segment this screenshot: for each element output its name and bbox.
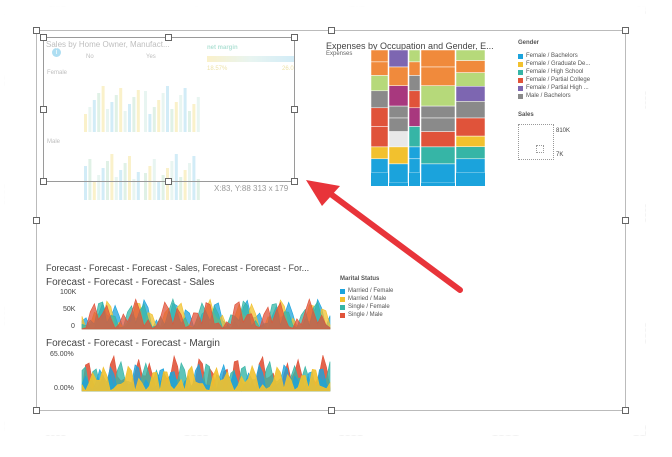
- sales-min-label: 7K: [556, 152, 564, 158]
- forecast-sales-title: Forecast - Forecast - Forecast - Sales: [46, 277, 215, 288]
- legend-swatch: [518, 85, 523, 91]
- page-handle[interactable]: [622, 407, 629, 414]
- legend-swatch: [340, 312, 345, 318]
- legend-item[interactable]: Female / Graduate De...: [518, 60, 590, 68]
- legend-swatch: [518, 69, 523, 75]
- marital-legend-title: Marital Status: [340, 276, 380, 282]
- legend-label: Married / Male: [348, 296, 387, 302]
- sales-tick-100k: 100K: [60, 289, 77, 296]
- page-handle[interactable]: [622, 27, 629, 34]
- legend-label: Female / High School: [526, 69, 584, 75]
- margin-tick-low: 0.00%: [54, 385, 74, 392]
- legend-item[interactable]: Female / Bachelors: [518, 52, 590, 60]
- legend-swatch: [340, 288, 345, 294]
- sales-legend-title: Sales: [518, 112, 534, 118]
- legend-label: Female / Bachelors: [526, 53, 578, 59]
- legend-swatch: [340, 296, 345, 302]
- gender-legend-title: Gender: [518, 40, 540, 46]
- sales-tick-50k: 50K: [63, 306, 76, 313]
- legend-item[interactable]: Married / Female: [340, 287, 393, 295]
- forecast-header: Forecast - Forecast - Forecast - Sales, …: [46, 263, 310, 273]
- page-handle[interactable]: [328, 407, 335, 414]
- legend-item[interactable]: Female / High School: [518, 68, 590, 76]
- legend-item[interactable]: Single / Female: [340, 303, 393, 311]
- legend-label: Female / Partial College: [526, 77, 591, 83]
- page-handle[interactable]: [33, 27, 40, 34]
- gender-legend: Female / Bachelors Female / Graduate De..…: [518, 52, 590, 100]
- legend-item[interactable]: Male / Bachelors: [518, 92, 590, 100]
- legend-swatch: [518, 53, 523, 59]
- page-handle[interactable]: [33, 407, 40, 414]
- legend-label: Female / Partial High ...: [526, 85, 589, 91]
- legend-swatch: [518, 93, 523, 99]
- legend-swatch: [340, 304, 345, 310]
- sales-tick-0: 0: [71, 323, 75, 330]
- sales-max-label: 810K: [556, 128, 571, 134]
- margin-tick-high: 65.00%: [50, 351, 74, 358]
- legend-swatch: [518, 77, 523, 83]
- legend-label: Single / Male: [348, 312, 383, 318]
- legend-label: Male / Bachelors: [526, 93, 571, 99]
- marital-legend: Married / Female Married / Male Single / F…: [340, 287, 393, 319]
- screenshot-stage: { "faded_visual": { "title": "Sales by H…: [0, 0, 672, 457]
- page-handle[interactable]: [328, 27, 335, 34]
- legend-label: Single / Female: [348, 304, 390, 310]
- forecast-margin-title: Forecast - Forecast - Forecast - Margin: [46, 338, 220, 349]
- legend-label: Married / Female: [348, 288, 394, 294]
- legend-swatch: [518, 61, 523, 67]
- legend-item[interactable]: Married / Male: [340, 295, 393, 303]
- legend-label: Female / Graduate De...: [526, 61, 591, 67]
- page-handle[interactable]: [33, 217, 40, 224]
- sales-size-legend-inner: [536, 145, 544, 153]
- mosaic-subtitle: Expenses: [326, 51, 353, 57]
- sales-size-legend-outer: [518, 124, 554, 160]
- legend-item[interactable]: Female / Partial College: [518, 76, 590, 84]
- mosaic-title: Expenses by Occupation and Gender, E...: [326, 41, 494, 51]
- page-handle[interactable]: [622, 217, 629, 224]
- legend-item[interactable]: Single / Male: [340, 311, 393, 319]
- legend-item[interactable]: Female / Partial High ...: [518, 84, 590, 92]
